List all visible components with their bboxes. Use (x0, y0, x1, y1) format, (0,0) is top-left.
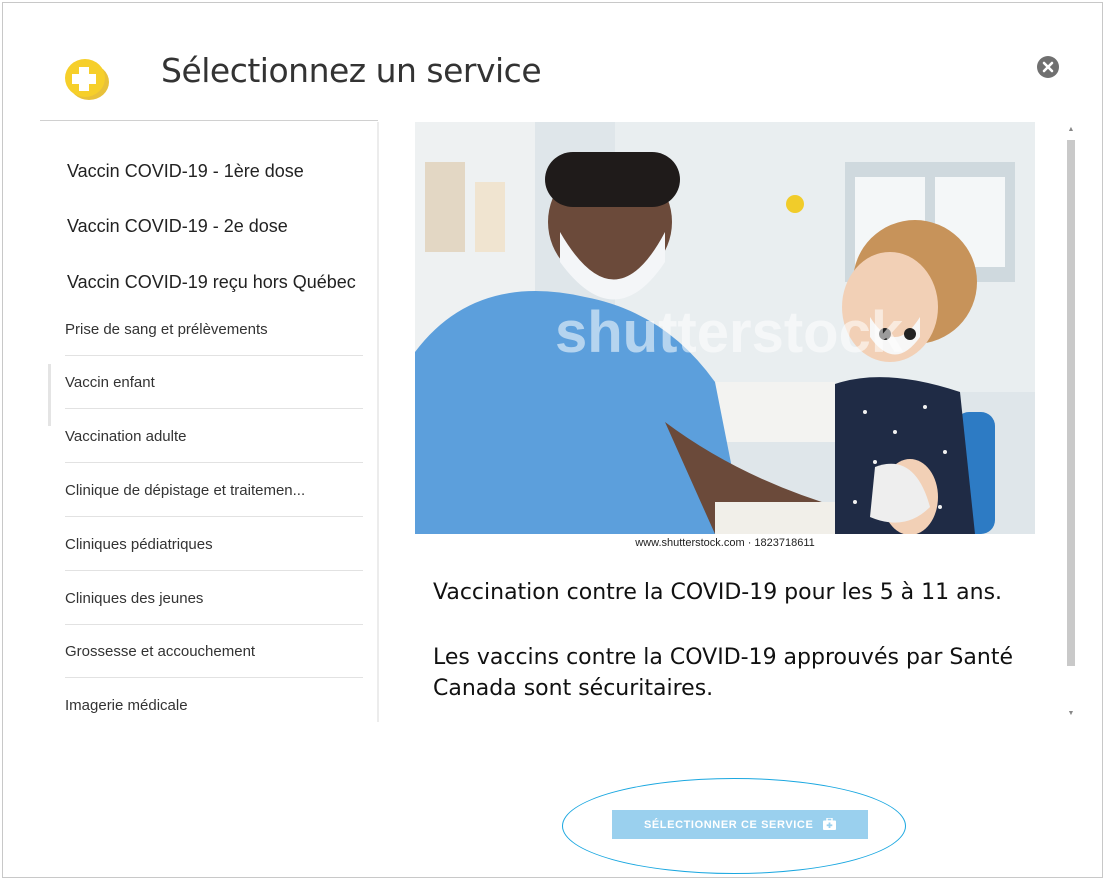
description-paragraph-1: Vaccination contre la COVID-19 pour les … (433, 580, 1003, 605)
service-covid-dose-2[interactable]: Vaccin COVID-19 - 2e dose (67, 216, 288, 237)
service-list-item[interactable]: Prise de sang et prélèvements (65, 303, 363, 356)
scrollbar-thumb[interactable] (1067, 140, 1075, 666)
service-list: Vaccin COVID-19 - 1ère dose Vaccin COVID… (45, 122, 379, 722)
close-circle-icon[interactable] (1037, 56, 1059, 78)
service-list-item[interactable]: Clinique de dépistage et traitemen... (65, 464, 363, 517)
service-description: Vaccination contre la COVID-19 pour les … (433, 577, 1053, 738)
image-caption: www.shutterstock.com · 1823718611 (635, 537, 815, 549)
service-list-item[interactable]: Imagerie médicale (65, 679, 363, 732)
scroll-down-arrow-icon[interactable]: ▼ (1067, 710, 1075, 718)
service-list-item[interactable]: Vaccin enfant (65, 356, 363, 409)
watermark-text: shutterstock (555, 300, 904, 365)
service-image: shutterstock (415, 122, 1035, 534)
dialog-title: Sélectionnez un service (161, 51, 542, 90)
service-covid-outside-quebec[interactable]: Vaccin COVID-19 reçu hors Québec (67, 272, 356, 293)
header-divider (40, 120, 378, 121)
service-covid-dose-1[interactable]: Vaccin COVID-19 - 1ère dose (67, 161, 304, 182)
scroll-up-arrow-icon[interactable]: ▲ (1067, 126, 1075, 134)
description-paragraph-2: Les vaccins contre la COVID-19 approuvés… (433, 645, 1013, 701)
select-service-button[interactable]: SÉLECTIONNER CE SERVICE (612, 810, 868, 839)
plus-shield-icon (65, 59, 109, 100)
service-list-item[interactable]: Vaccination adulte (65, 410, 363, 463)
service-list-item[interactable]: Cliniques des jeunes (65, 572, 363, 625)
select-service-label: SÉLECTIONNER CE SERVICE (643, 819, 814, 831)
medical-bag-icon (823, 817, 837, 830)
service-list-item[interactable]: Grossesse et accouchement (65, 625, 363, 678)
service-list-item[interactable]: Cliniques pédiatriques (65, 518, 363, 571)
